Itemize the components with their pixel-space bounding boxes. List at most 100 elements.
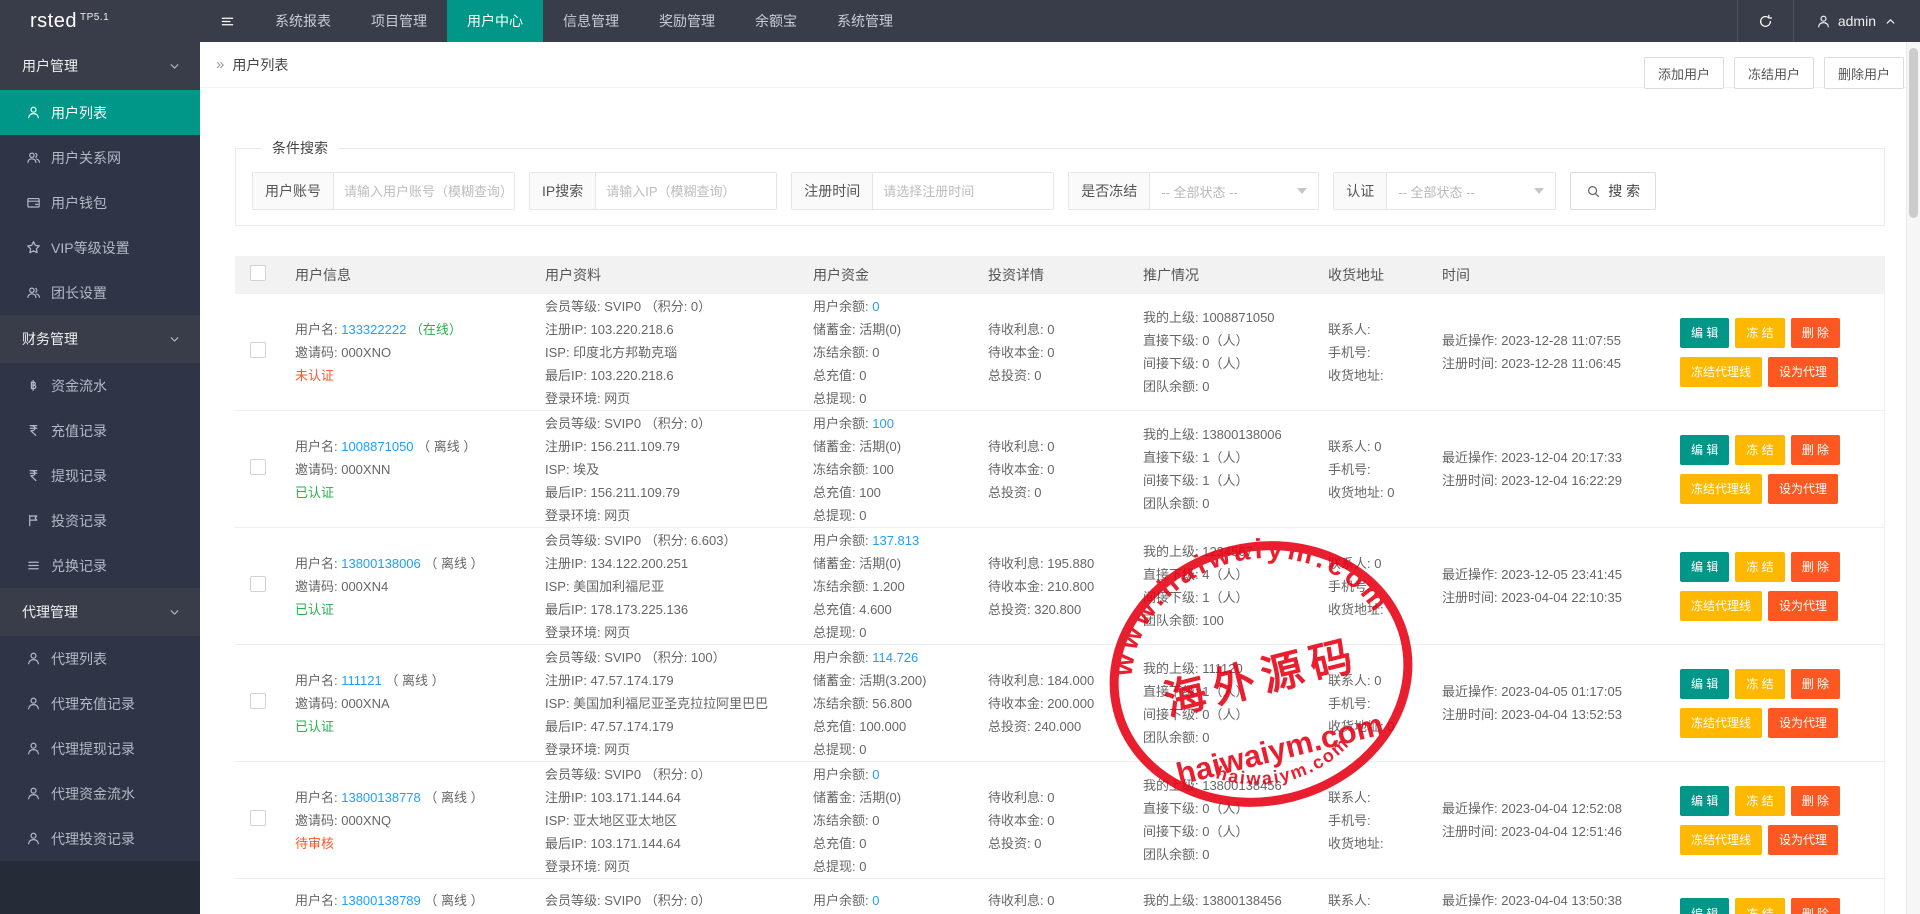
add-user-button[interactable]: 添加用户 xyxy=(1644,57,1724,89)
invest-line: 待收利息: 0 xyxy=(988,318,1133,341)
edit-button[interactable]: 编 辑 xyxy=(1680,318,1729,348)
sidebar-section-2[interactable]: 代理管理 xyxy=(0,588,200,636)
freeze-button[interactable]: 冻 结 xyxy=(1735,669,1784,699)
sidebar-item-1-0[interactable]: 资金流水 xyxy=(0,363,200,408)
profile-line: 会员等级: SVIP0 （积分: 0） xyxy=(545,763,803,786)
funds-line: 总充值: 0 xyxy=(813,364,978,387)
username-link[interactable]: 13800138778 xyxy=(341,790,421,805)
nav-item-2[interactable]: 用户中心 xyxy=(447,0,543,42)
balance-link[interactable]: 0 xyxy=(872,299,879,314)
set-agent-button[interactable]: 设为代理 xyxy=(1768,474,1838,504)
delete-user-button[interactable]: 删除用户 xyxy=(1824,57,1904,89)
username-link[interactable]: 1008871050 xyxy=(341,439,413,454)
username-link[interactable]: 133322222 xyxy=(341,322,406,337)
delete-button[interactable]: 删 除 xyxy=(1791,435,1840,465)
account-input[interactable] xyxy=(334,173,514,209)
nav-item-4[interactable]: 奖励管理 xyxy=(639,0,735,42)
sidebar-section-1[interactable]: 财务管理 xyxy=(0,315,200,363)
sidebar-item-0-2[interactable]: 用户钱包 xyxy=(0,180,200,225)
profile-line: ISP: 美国加利福尼亚圣克拉拉阿里巴巴 xyxy=(545,692,803,715)
promo-line: 直接下级: 0（人） xyxy=(1143,797,1318,820)
set-agent-button[interactable]: 设为代理 xyxy=(1768,708,1838,738)
scrollbar-thumb[interactable] xyxy=(1909,48,1918,218)
delete-button[interactable]: 删 除 xyxy=(1791,552,1840,582)
sidebar-item-1-3[interactable]: 投资记录 xyxy=(0,498,200,543)
auth-status-select[interactable]: -- 全部状态 -- xyxy=(1387,173,1555,209)
sidebar-section-0[interactable]: 用户管理 xyxy=(0,42,200,90)
edit-button[interactable]: 编 辑 xyxy=(1680,435,1729,465)
sidebar-item-0-1[interactable]: 用户关系网 xyxy=(0,135,200,180)
cell-time: 最近操作: 2023-12-28 11:07:55注册时间: 2023-12-2… xyxy=(1432,329,1678,375)
username-link[interactable]: 13800138789 xyxy=(341,893,421,908)
chevron-down-icon xyxy=(167,605,182,620)
edit-button[interactable]: 编 辑 xyxy=(1680,552,1729,582)
sidebar-item-2-2[interactable]: 代理提现记录 xyxy=(0,726,200,771)
row-checkbox[interactable] xyxy=(250,576,266,592)
delete-button[interactable]: 删 除 xyxy=(1791,786,1840,816)
balance-link[interactable]: 100 xyxy=(872,416,894,431)
freeze-agent-line-button[interactable]: 冻结代理线 xyxy=(1680,474,1762,504)
nav-item-5[interactable]: 余额宝 xyxy=(735,0,817,42)
freeze-agent-line-button[interactable]: 冻结代理线 xyxy=(1680,708,1762,738)
funds-line: 总提现: 0 xyxy=(813,504,978,527)
ip-input[interactable] xyxy=(596,173,776,209)
address-line: 联系人: 0 xyxy=(1328,669,1432,692)
freeze-button[interactable]: 冻 结 xyxy=(1735,435,1784,465)
nav-item-3[interactable]: 信息管理 xyxy=(543,0,639,42)
sidebar-item-2-0[interactable]: 代理列表 xyxy=(0,636,200,681)
sidebar-item-0-0[interactable]: 用户列表 xyxy=(0,90,200,135)
freeze-user-button[interactable]: 冻结用户 xyxy=(1734,57,1814,89)
sidebar-item-2-1[interactable]: 代理充值记录 xyxy=(0,681,200,726)
edit-button[interactable]: 编 辑 xyxy=(1680,898,1729,914)
set-agent-button[interactable]: 设为代理 xyxy=(1768,825,1838,855)
auth-status: 未认证 xyxy=(295,364,535,387)
freeze-agent-line-button[interactable]: 冻结代理线 xyxy=(1680,591,1762,621)
freeze-button[interactable]: 冻 结 xyxy=(1735,786,1784,816)
balance-link[interactable]: 114.726 xyxy=(872,650,918,665)
admin-menu[interactable]: admin xyxy=(1794,0,1920,42)
reg-time-input[interactable] xyxy=(873,173,1053,209)
nav-item-0[interactable]: 系统报表 xyxy=(255,0,351,42)
row-checkbox[interactable] xyxy=(250,810,266,826)
scrollbar[interactable] xyxy=(1906,42,1920,914)
freeze-agent-line-button[interactable]: 冻结代理线 xyxy=(1680,825,1762,855)
username-link[interactable]: 13800138006 xyxy=(341,556,421,571)
chevron-up-icon xyxy=(1883,14,1898,29)
freeze-agent-line-button[interactable]: 冻结代理线 xyxy=(1680,357,1762,387)
row-checkbox[interactable] xyxy=(250,342,266,358)
balance-link[interactable]: 137.813 xyxy=(872,533,919,548)
collapse-menu-button[interactable] xyxy=(200,0,255,42)
sidebar-item-0-4[interactable]: 团长设置 xyxy=(0,270,200,315)
sidebar-item-1-2[interactable]: 提现记录 xyxy=(0,453,200,498)
row-checkbox[interactable] xyxy=(250,459,266,475)
edit-button[interactable]: 编 辑 xyxy=(1680,669,1729,699)
delete-button[interactable]: 删 除 xyxy=(1791,898,1840,914)
invite-code: 邀请码: 000XNO xyxy=(295,341,535,364)
refresh-button[interactable] xyxy=(1738,0,1793,42)
sidebar-item-label: 团长设置 xyxy=(51,283,107,303)
freeze-button[interactable]: 冻 结 xyxy=(1735,318,1784,348)
sidebar-item-0-3[interactable]: VIP等级设置 xyxy=(0,225,200,270)
sidebar-item-2-4[interactable]: 代理投资记录 xyxy=(0,816,200,861)
delete-button[interactable]: 删 除 xyxy=(1791,318,1840,348)
balance-link[interactable]: 0 xyxy=(872,767,879,782)
sidebar-item-2-3[interactable]: 代理资金流水 xyxy=(0,771,200,816)
username-link[interactable]: 111121 xyxy=(341,673,382,688)
select-all-checkbox[interactable] xyxy=(250,265,266,281)
search-button[interactable]: 搜 索 xyxy=(1570,172,1656,210)
delete-button[interactable]: 删 除 xyxy=(1791,669,1840,699)
set-agent-button[interactable]: 设为代理 xyxy=(1768,357,1838,387)
sidebar-item-1-1[interactable]: 充值记录 xyxy=(0,408,200,453)
freeze-button[interactable]: 冻 结 xyxy=(1735,552,1784,582)
freeze-status-select[interactable]: -- 全部状态 -- xyxy=(1150,173,1318,209)
address-line: 收货地址: xyxy=(1328,598,1432,621)
edit-button[interactable]: 编 辑 xyxy=(1680,786,1729,816)
balance-link[interactable]: 0 xyxy=(872,893,879,908)
freeze-button[interactable]: 冻 结 xyxy=(1735,898,1784,914)
sidebar-item-1-4[interactable]: 兑换记录 xyxy=(0,543,200,588)
nav-item-1[interactable]: 项目管理 xyxy=(351,0,447,42)
nav-item-6[interactable]: 系统管理 xyxy=(817,0,913,42)
row-checkbox[interactable] xyxy=(250,693,266,709)
set-agent-button[interactable]: 设为代理 xyxy=(1768,591,1838,621)
balance-line: 用户余额: 0 xyxy=(813,763,978,786)
